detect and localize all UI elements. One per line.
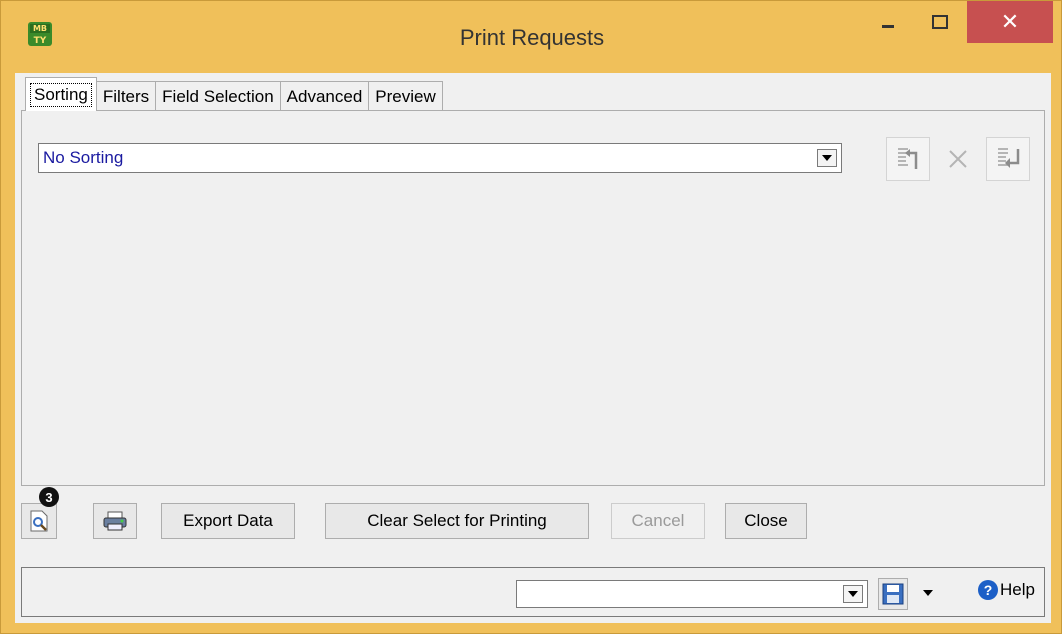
status-combo[interactable] <box>516 580 868 608</box>
tab-strip: Sorting Filters Field Selection Advanced… <box>25 77 443 111</box>
insert-sort-after-button[interactable] <box>986 137 1030 181</box>
close-icon: ✕ <box>1000 9 1020 35</box>
insert-after-icon <box>998 148 1020 168</box>
minimize-button[interactable] <box>865 1 911 43</box>
sorting-dropdown-button[interactable] <box>817 149 837 167</box>
delete-sort-button[interactable] <box>936 137 980 181</box>
status-combo-dropdown-button[interactable] <box>843 585 863 603</box>
chevron-down-icon <box>923 590 933 596</box>
maximize-button[interactable] <box>917 1 963 43</box>
sorting-panel: No Sorting <box>21 110 1045 486</box>
layout-menu-dropdown-button[interactable] <box>918 584 938 602</box>
chevron-down-icon <box>848 591 858 597</box>
help-label: Help <box>1000 580 1035 599</box>
tab-preview[interactable]: Preview <box>368 81 443 111</box>
cancel-button[interactable]: Cancel <box>611 503 705 539</box>
client-area: Sorting Filters Field Selection Advanced… <box>15 73 1051 623</box>
clear-select-for-printing-button[interactable]: Clear Select for Printing <box>325 503 589 539</box>
tab-advanced[interactable]: Advanced <box>279 81 370 111</box>
print-requests-window: MB TY Print Requests ✕ Sorting Filters F… <box>0 0 1062 634</box>
minimize-icon <box>882 25 894 28</box>
printer-icon <box>103 511 127 531</box>
help-icon: ? <box>978 580 998 600</box>
maximize-icon <box>932 15 948 29</box>
print-preview-icon <box>30 510 48 532</box>
status-bar: ? Help <box>21 567 1045 617</box>
close-window-button[interactable]: ✕ <box>967 1 1053 43</box>
print-button[interactable] <box>93 503 137 539</box>
floppy-disk-icon <box>882 583 904 605</box>
sorting-select-value: No Sorting <box>43 148 124 167</box>
sorting-select[interactable]: No Sorting <box>38 143 842 173</box>
tab-sorting-label: Sorting <box>30 82 92 107</box>
help-link[interactable]: ? Help <box>978 580 1035 600</box>
save-layout-button[interactable] <box>878 578 908 610</box>
chevron-down-icon <box>822 155 832 161</box>
title-bar[interactable]: MB TY Print Requests ✕ <box>1 1 1062 73</box>
print-preview-button[interactable] <box>21 503 57 539</box>
close-button[interactable]: Close <box>725 503 807 539</box>
insert-sort-before-button[interactable] <box>886 137 930 181</box>
tab-field-selection[interactable]: Field Selection <box>155 81 281 111</box>
export-data-button[interactable]: Export Data <box>161 503 295 539</box>
insert-before-icon <box>898 148 918 169</box>
step-badge: 3 <box>39 487 59 507</box>
tab-filters[interactable]: Filters <box>95 81 157 111</box>
action-bar: 3 Export Data Clear Select for Printing … <box>15 487 1051 545</box>
tab-sorting[interactable]: Sorting <box>25 77 97 111</box>
delete-icon <box>949 150 967 168</box>
